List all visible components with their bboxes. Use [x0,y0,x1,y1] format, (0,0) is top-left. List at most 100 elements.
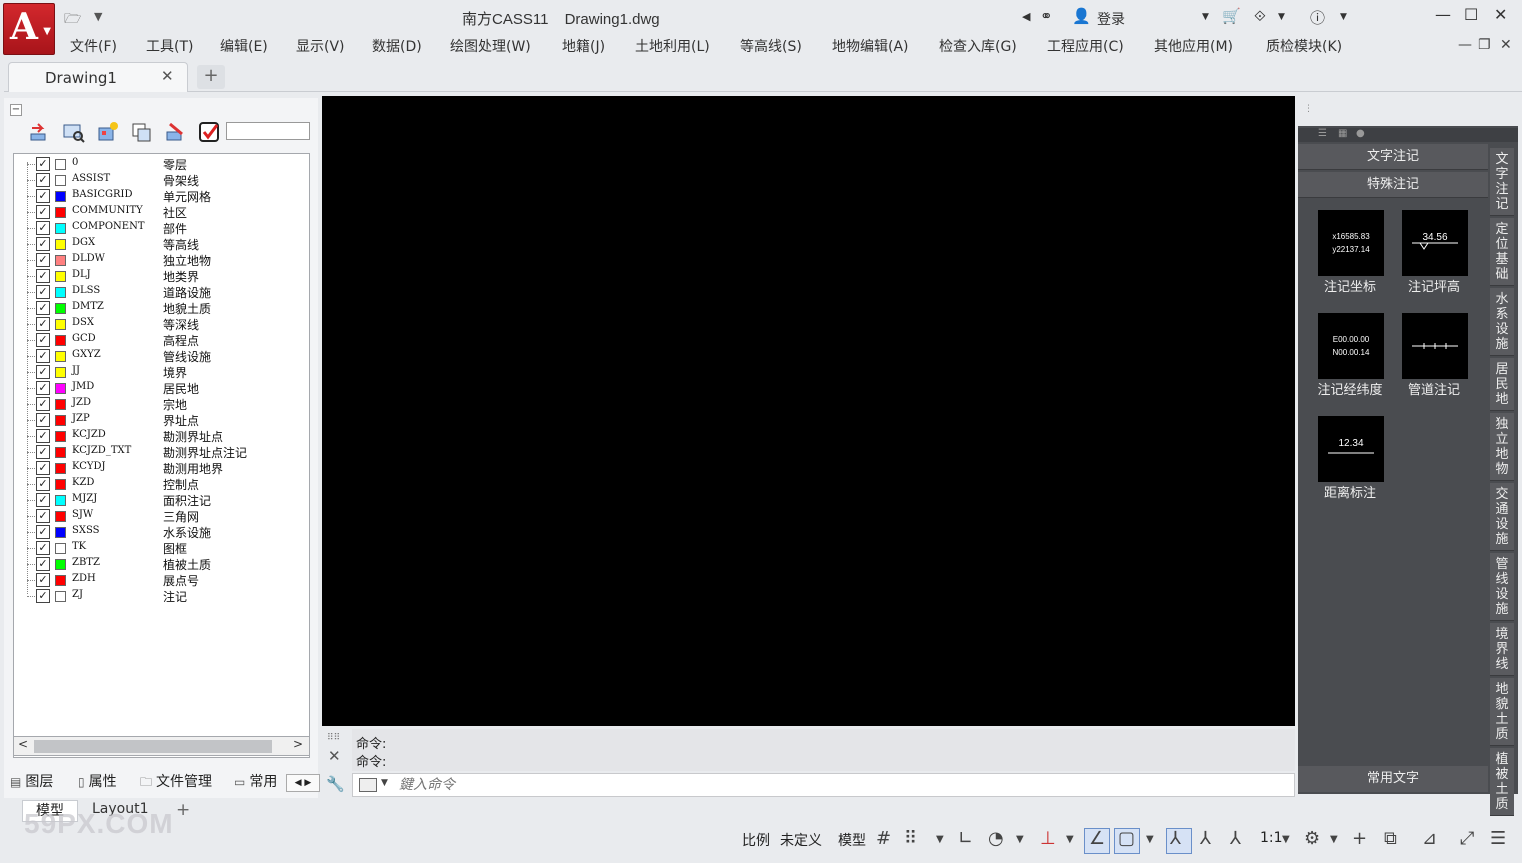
layer-visibility-checkbox[interactable]: ✓ [36,221,50,235]
layer-row[interactable]: ✓ SJW 三角网 [14,508,304,524]
layer-filter-icon[interactable] [62,120,86,144]
tile-distance-dimension[interactable]: 12.34 [1318,416,1384,482]
doc-minimize-icon[interactable]: — [1458,37,1472,53]
menu-item[interactable]: 等高线(S) [740,36,802,56]
layer-color-swatch[interactable] [55,543,66,554]
open-folder-icon[interactable]: 🗁 [64,8,81,32]
osnap-dropdown-icon[interactable]: ▼ [1146,834,1154,845]
layer-visibility-checkbox[interactable]: ✓ [36,429,50,443]
quick-access-dropdown-icon[interactable]: ▼ [94,10,102,23]
layer-visibility-checkbox[interactable]: ✓ [36,445,50,459]
user-icon[interactable]: 👤 [1072,7,1091,25]
menu-item[interactable]: 土地利用(L) [635,36,710,56]
clean-screen-icon[interactable]: ⤢ [1460,828,1474,849]
layer-row[interactable]: ✓ JMD 居民地 [14,380,304,396]
command-prompt-icon[interactable] [359,778,377,792]
layer-row[interactable]: ✓ DLJ 地类界 [14,268,304,284]
ortho-icon[interactable]: ∟ [958,828,973,849]
layer-row[interactable]: ✓ ASSIST 骨架线 [14,172,304,188]
layer-visibility-checkbox[interactable]: ✓ [36,317,50,331]
list-icon[interactable]: ☰ [1318,128,1327,139]
palette-vertical-tab[interactable]: 水系设施 [1490,288,1514,356]
layer-row[interactable]: ✓ KCJZD 勘测界址点 [14,428,304,444]
layer-row[interactable]: ✓ GXYZ 管线设施 [14,348,304,364]
layer-color-swatch[interactable] [55,399,66,410]
layer-row[interactable]: ✓ KZD 控制点 [14,476,304,492]
snap-icon[interactable]: ⠿ [904,828,917,849]
isodraft-icon[interactable]: ⊥ [1040,828,1056,849]
layer-properties-icon[interactable] [130,120,154,144]
layer-color-swatch[interactable] [55,591,66,602]
section-special-annotation[interactable]: 特殊注记 [1298,172,1488,198]
close-icon[interactable]: ✕ [328,747,341,765]
layer-color-swatch[interactable] [55,319,66,330]
doc-close-icon[interactable]: ✕ [1500,37,1512,53]
layer-color-swatch[interactable] [55,431,66,442]
layer-visibility-checkbox[interactable]: ✓ [36,301,50,315]
drawing-canvas[interactable] [322,96,1295,726]
horizontal-scrollbar[interactable]: < > [13,736,310,756]
layer-color-swatch[interactable] [55,575,66,586]
layer-row[interactable]: ✓ DMTZ 地貌土质 [14,300,304,316]
layer-color-swatch[interactable] [55,351,66,362]
layer-color-swatch[interactable] [55,303,66,314]
layer-visibility-checkbox[interactable]: ✓ [36,509,50,523]
layer-row[interactable]: ✓ DSX 等深线 [14,316,304,332]
layer-row[interactable]: ✓ COMPONENT 部件 [14,220,304,236]
login-dropdown-icon[interactable]: ▼ [1202,12,1209,22]
polar-dropdown-icon[interactable]: ▼ [1016,834,1024,845]
layer-color-swatch[interactable] [55,207,66,218]
plus-icon[interactable]: + [1352,828,1367,849]
doc-restore-icon[interactable]: ❐ [1478,37,1491,53]
palette-vertical-tab[interactable]: 管线设施 [1490,553,1514,621]
layer-color-swatch[interactable] [55,175,66,186]
maximize-icon[interactable]: ☐ [1464,5,1478,24]
menu-item[interactable]: 检查入库(G) [939,36,1017,56]
layer-row[interactable]: ✓ DGX 等高线 [14,236,304,252]
checkmark-icon[interactable] [198,120,222,144]
layer-visibility-checkbox[interactable]: ✓ [36,493,50,507]
layer-row[interactable]: ✓ ZDH 展点号 [14,572,304,588]
add-layout-button[interactable]: + [176,800,190,820]
section-common-text[interactable]: 常用文字 [1298,766,1488,792]
layer-tool-icon[interactable] [164,120,188,144]
palette-vertical-tab[interactable]: 居民地 [1490,358,1514,411]
layer-color-swatch[interactable] [55,463,66,474]
grid-display-icon[interactable]: # [876,828,891,849]
collapse-icon[interactable]: − [10,104,22,116]
layer-color-swatch[interactable] [55,239,66,250]
layer-visibility-checkbox[interactable]: ✓ [36,397,50,411]
help-dropdown-icon[interactable]: ▼ [1340,12,1347,22]
layer-row[interactable]: ✓ DLDW 独立地物 [14,252,304,268]
menu-item[interactable]: 绘图处理(W) [450,36,531,56]
chevron-down-icon[interactable]: ▼ [381,778,388,788]
tab-common[interactable]: ▭ 常用 [234,771,277,791]
palette-vertical-tab[interactable]: 植被土质 [1490,748,1514,816]
layer-color-swatch[interactable] [55,223,66,234]
scroll-left-icon[interactable]: < [18,737,28,751]
tab-drawing1[interactable]: Drawing1 ✕ [8,62,188,92]
layer-row[interactable]: ✓ JJ 境界 [14,364,304,380]
tab-properties[interactable]: ▯ 属性 [78,771,117,791]
command-input[interactable] [399,776,1279,794]
tab-file-manager[interactable]: 🗀 文件管理 [140,771,212,794]
layer-row[interactable]: ✓ COMMUNITY 社区 [14,204,304,220]
layer-color-swatch[interactable] [55,287,66,298]
layer-visibility-checkbox[interactable]: ✓ [36,477,50,491]
minimize-icon[interactable]: — [1435,5,1451,24]
tab-scroll-arrows[interactable]: ◀ ▶ [286,774,320,792]
layer-row[interactable]: ✓ TK 图框 [14,540,304,556]
layer-color-swatch[interactable] [55,527,66,538]
tile-annotate-coordinate[interactable]: x16585.83 y22137.14 [1318,210,1384,276]
layer-visibility-checkbox[interactable]: ✓ [36,189,50,203]
tile-annotate-latlon[interactable]: E00.00.00 N00.00.14 [1318,313,1384,379]
layer-visibility-checkbox[interactable]: ✓ [36,541,50,555]
layer-visibility-checkbox[interactable]: ✓ [36,285,50,299]
layer-color-swatch[interactable] [55,559,66,570]
wrench-icon[interactable]: 🔧 [326,775,345,793]
layer-row[interactable]: ✓ SXSS 水系设施 [14,524,304,540]
auto-scale-icon[interactable]: ⅄ [1200,828,1211,849]
annotation-ratio[interactable]: 1:1 [1260,830,1283,846]
isolate-objects-icon[interactable]: ⧉ [1384,828,1397,849]
layer-color-swatch[interactable] [55,271,66,282]
